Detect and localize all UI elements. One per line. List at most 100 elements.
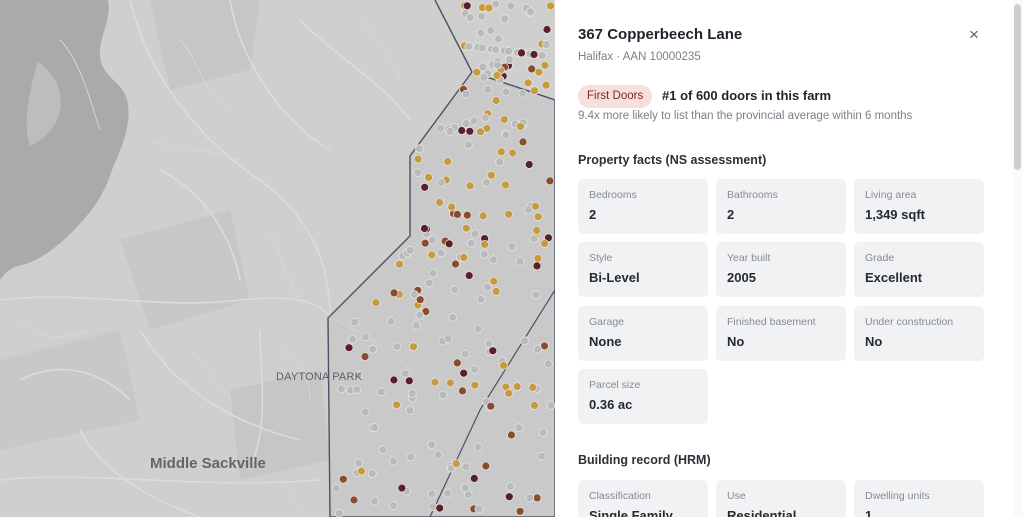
listing-dot[interactable] — [525, 493, 535, 503]
listing-dot[interactable] — [495, 157, 505, 167]
listing-dot[interactable] — [544, 359, 553, 369]
listing-dot[interactable] — [445, 126, 455, 136]
listing-dot[interactable] — [532, 225, 542, 235]
listing-dot[interactable] — [424, 172, 434, 182]
listing-dot[interactable] — [428, 235, 437, 245]
listing-dot[interactable] — [370, 496, 380, 506]
listing-dot[interactable] — [538, 428, 548, 438]
listing-dot[interactable] — [476, 294, 486, 304]
listing-dot[interactable] — [331, 484, 341, 493]
listing-dot[interactable] — [501, 130, 511, 140]
listing-dot[interactable] — [450, 285, 460, 295]
listing-dot[interactable] — [491, 96, 501, 105]
listing-dot[interactable] — [406, 452, 416, 462]
listing-dot[interactable] — [483, 85, 493, 94]
listing-dot[interactable] — [452, 209, 462, 219]
listing-dot[interactable] — [542, 25, 552, 34]
listing-dot[interactable] — [465, 126, 475, 136]
listing-dot[interactable] — [505, 55, 514, 64]
listing-dot[interactable] — [350, 317, 360, 327]
listing-dot[interactable] — [489, 255, 498, 265]
listing-dot[interactable] — [523, 78, 533, 88]
listing-dot[interactable] — [409, 290, 419, 299]
listing-dot[interactable] — [506, 1, 516, 11]
listing-dot[interactable] — [528, 382, 538, 392]
listing-dot[interactable] — [486, 25, 496, 35]
listing-dot[interactable] — [433, 450, 443, 460]
listing-dot[interactable] — [540, 239, 549, 249]
listing-dot[interactable] — [470, 365, 480, 375]
listing-dot[interactable] — [504, 492, 514, 502]
listing-dot[interactable] — [444, 239, 454, 249]
listing-dot[interactable] — [443, 334, 453, 344]
listing-dot[interactable] — [493, 60, 502, 70]
listing-dot[interactable] — [541, 40, 551, 49]
listing-dot[interactable] — [348, 334, 358, 344]
listing-dot[interactable] — [405, 406, 415, 415]
listing-dot[interactable] — [461, 119, 471, 128]
listing-dot[interactable] — [464, 41, 474, 51]
listing-dot[interactable] — [518, 89, 528, 98]
listing-dot[interactable] — [451, 259, 460, 269]
listing-dot[interactable] — [451, 459, 461, 469]
listing-dot[interactable] — [389, 288, 399, 298]
listing-dot[interactable] — [530, 401, 539, 410]
listing-dot[interactable] — [473, 324, 483, 334]
listing-dot[interactable] — [486, 170, 496, 180]
listing-dot[interactable] — [474, 504, 484, 514]
listing-dot[interactable] — [533, 253, 543, 263]
listing-dot[interactable] — [478, 62, 488, 72]
listing-dot[interactable] — [501, 180, 510, 190]
listing-dot[interactable] — [477, 11, 487, 21]
listing-dot[interactable] — [489, 276, 499, 286]
listing-dot[interactable] — [356, 466, 366, 476]
listing-dot[interactable] — [436, 178, 446, 188]
listing-dot[interactable] — [420, 238, 430, 248]
listing-dot[interactable] — [484, 339, 494, 349]
listing-dot[interactable] — [531, 290, 541, 300]
listing-dot[interactable] — [532, 493, 542, 503]
listing-dot[interactable] — [452, 358, 462, 368]
listing-dot[interactable] — [529, 50, 539, 59]
listing-dot[interactable] — [461, 89, 471, 99]
listing-dot[interactable] — [534, 67, 544, 77]
listing-dot[interactable] — [395, 259, 404, 269]
listing-dot[interactable] — [413, 168, 423, 178]
listing-dot[interactable] — [388, 456, 398, 466]
listing-dot[interactable] — [496, 147, 506, 157]
listing-dot[interactable] — [520, 336, 530, 346]
listing-dot[interactable] — [537, 451, 547, 461]
listing-dot[interactable] — [518, 137, 528, 147]
listing-dot[interactable] — [460, 349, 470, 359]
listing-dot[interactable] — [371, 298, 381, 308]
listing-dot[interactable] — [515, 257, 525, 267]
listing-dot[interactable] — [541, 80, 551, 90]
listing-dot[interactable] — [427, 489, 437, 499]
listing-dot[interactable] — [344, 343, 354, 353]
listing-dot[interactable] — [504, 46, 514, 56]
listing-dot[interactable] — [349, 495, 359, 505]
listing-dot[interactable] — [506, 430, 516, 440]
listing-dot[interactable] — [524, 205, 533, 215]
listing-dot[interactable] — [443, 157, 453, 166]
listing-dot[interactable] — [486, 401, 496, 411]
listing-dot[interactable] — [389, 375, 399, 385]
listing-dot[interactable] — [488, 346, 498, 356]
listing-dot[interactable] — [457, 126, 467, 135]
listing-dot[interactable] — [361, 332, 370, 342]
listing-dot[interactable] — [360, 352, 370, 362]
listing-dot[interactable] — [516, 122, 525, 131]
listing-dot[interactable] — [420, 182, 430, 192]
listing-dot[interactable] — [462, 210, 472, 220]
listing-dot[interactable] — [480, 239, 490, 249]
listing-dot[interactable] — [435, 503, 445, 513]
listing-dot[interactable] — [499, 115, 509, 124]
listing-dot[interactable] — [448, 312, 458, 322]
listing-dot[interactable] — [436, 248, 446, 258]
listing-dot[interactable] — [491, 287, 501, 296]
listing-dot[interactable] — [477, 43, 487, 53]
listing-dot[interactable] — [397, 483, 407, 493]
listing-dot[interactable] — [388, 501, 398, 511]
listing-dot[interactable] — [545, 176, 555, 186]
listing-dot[interactable] — [508, 148, 517, 158]
